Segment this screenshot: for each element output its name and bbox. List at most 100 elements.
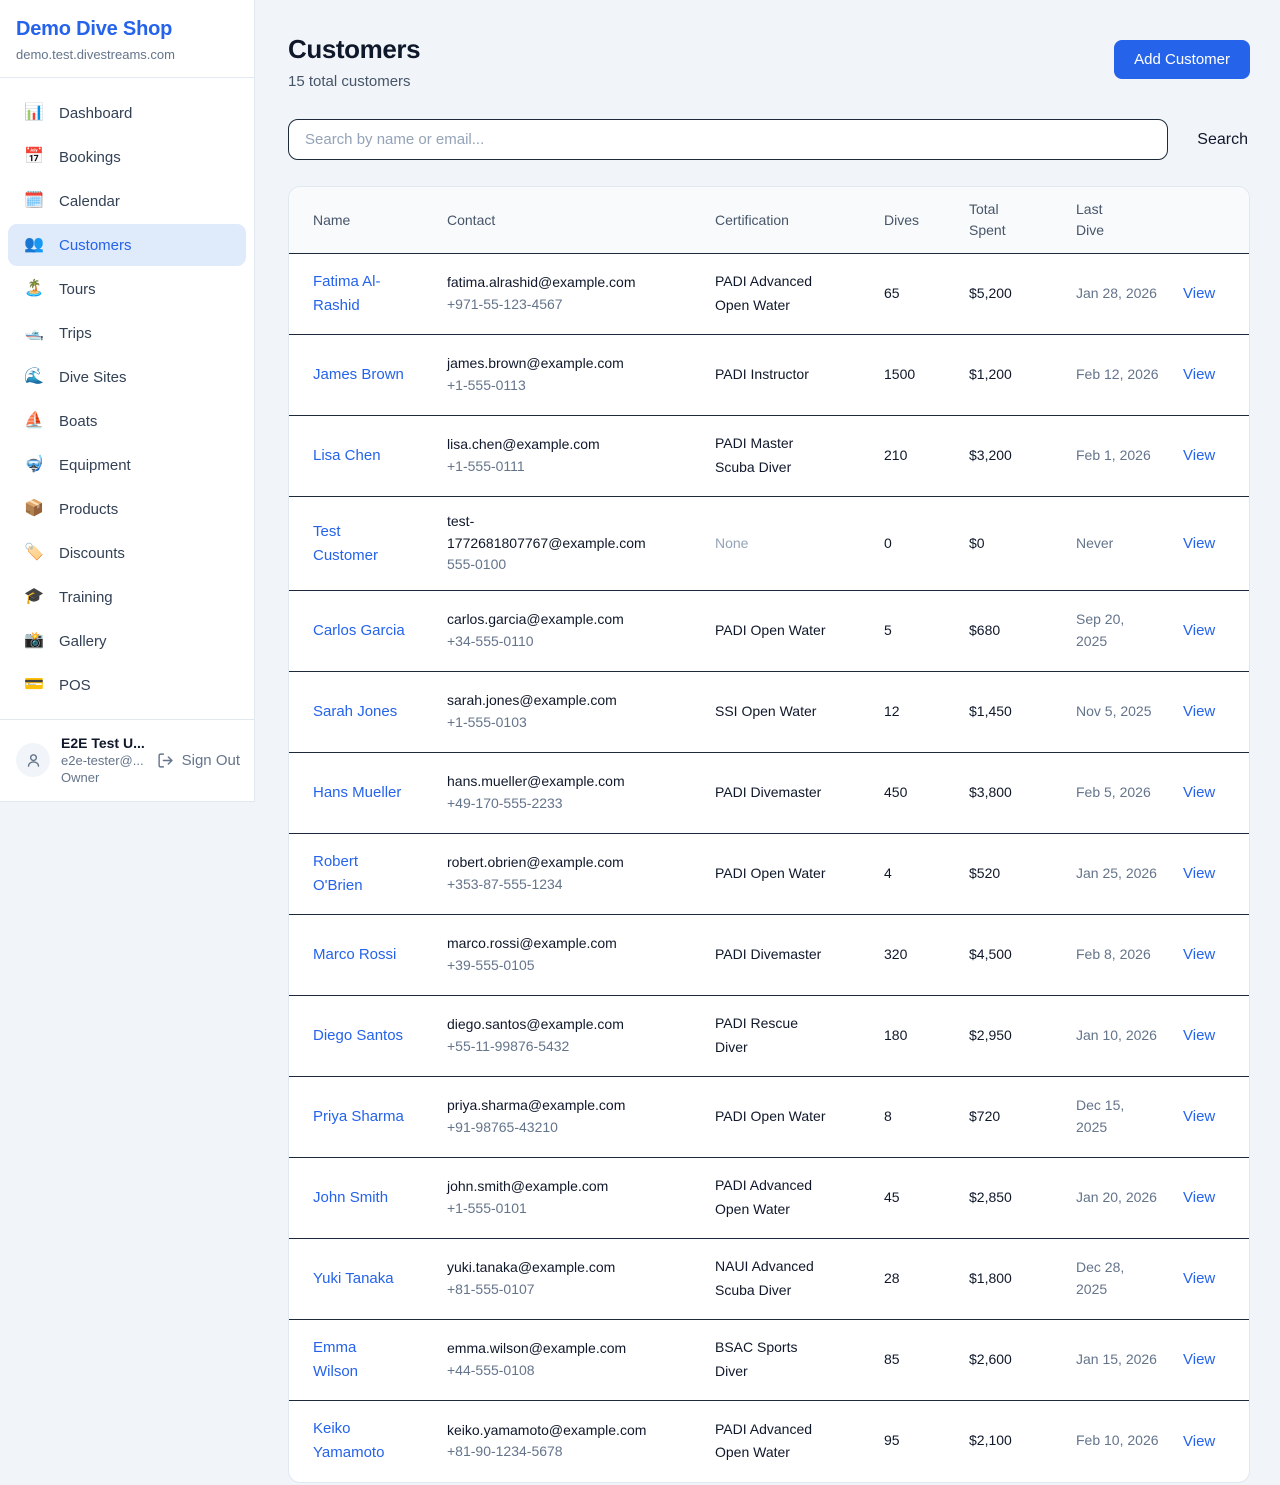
customer-total-spent: $1,450: [957, 672, 1064, 753]
customer-name-link[interactable]: Lisa Chen: [313, 444, 381, 468]
customer-phone: +1-555-0113: [447, 375, 691, 397]
sidebar-item-bookings[interactable]: 📅 Bookings: [8, 136, 246, 178]
view-customer-link[interactable]: View: [1183, 784, 1215, 801]
customer-name-link[interactable]: Marco Rossi: [313, 943, 396, 967]
table-row: Marco Rossi marco.rossi@example.com +39-…: [289, 915, 1249, 996]
credit-card-icon: 💳: [22, 677, 46, 693]
customer-total-spent: $5,200: [957, 254, 1064, 335]
view-customer-link[interactable]: View: [1183, 1108, 1215, 1125]
column-header-dives: Dives: [872, 187, 957, 254]
customer-name-link[interactable]: Carlos Garcia: [313, 619, 405, 643]
sidebar-item-equipment[interactable]: 🤿 Equipment: [8, 444, 246, 486]
customer-phone: +1-555-0111: [447, 456, 691, 478]
calendar-date-icon: 📅: [22, 149, 46, 165]
view-customer-link[interactable]: View: [1183, 1351, 1215, 1368]
table-row: Fatima Al-Rashid fatima.alrashid@example…: [289, 254, 1249, 335]
sidebar-item-gallery[interactable]: 📸 Gallery: [8, 620, 246, 662]
customer-name-link[interactable]: Priya Sharma: [313, 1105, 404, 1129]
search-input[interactable]: [288, 119, 1168, 160]
shop-name: Demo Dive Shop: [16, 18, 238, 41]
view-customer-link[interactable]: View: [1183, 366, 1215, 383]
customer-last-dive: Feb 5, 2026: [1064, 753, 1171, 834]
customer-name-link[interactable]: James Brown: [313, 363, 404, 387]
customer-dives: 450: [872, 753, 957, 834]
table-row: Test Customer test-1772681807767@example…: [289, 497, 1249, 591]
customer-email: yuki.tanaka@example.com: [447, 1257, 615, 1279]
customer-phone: +44-555-0108: [447, 1360, 691, 1382]
view-customer-link[interactable]: View: [1183, 285, 1215, 302]
customer-email: robert.obrien@example.com: [447, 852, 624, 874]
customers-table-card: Name Contact Certification Dives Total S…: [288, 186, 1250, 1483]
sidebar-item-products[interactable]: 📦 Products: [8, 488, 246, 530]
view-customer-link[interactable]: View: [1183, 703, 1215, 720]
view-customer-link[interactable]: View: [1183, 1433, 1215, 1450]
customer-dives: 28: [872, 1239, 957, 1320]
customer-name-link[interactable]: Test Customer: [313, 520, 405, 568]
customer-last-dive: Jan 25, 2026: [1064, 834, 1171, 915]
person-icon: [25, 752, 42, 769]
customer-name-link[interactable]: Robert O'Brien: [313, 850, 405, 898]
table-row: Carlos Garcia carlos.garcia@example.com …: [289, 591, 1249, 672]
customer-name-link[interactable]: Emma Wilson: [313, 1336, 405, 1384]
customer-last-dive: Dec 15, 2025: [1064, 1077, 1171, 1158]
customer-certification: PADI Master Scuba Diver: [715, 432, 833, 480]
column-header-certification: Certification: [703, 187, 872, 254]
customer-total-spent: $3,800: [957, 753, 1064, 834]
sidebar-item-pos[interactable]: 💳 POS: [8, 664, 246, 706]
table-row: Sarah Jones sarah.jones@example.com +1-5…: [289, 672, 1249, 753]
view-customer-link[interactable]: View: [1183, 1189, 1215, 1206]
view-customer-link[interactable]: View: [1183, 1027, 1215, 1044]
customer-name-link[interactable]: Yuki Tanaka: [313, 1267, 394, 1291]
table-row: James Brown james.brown@example.com +1-5…: [289, 335, 1249, 416]
search-button[interactable]: Search: [1195, 123, 1250, 157]
sidebar-item-training[interactable]: 🎓 Training: [8, 576, 246, 618]
motor-boat-icon: 🛥️: [22, 325, 46, 341]
table-row: Priya Sharma priya.sharma@example.com +9…: [289, 1077, 1249, 1158]
customer-dives: 210: [872, 416, 957, 497]
customer-total-spent: $2,950: [957, 996, 1064, 1077]
customer-email: hans.mueller@example.com: [447, 771, 625, 793]
customer-name-link[interactable]: Fatima Al-Rashid: [313, 270, 405, 318]
customer-last-dive: Jan 15, 2026: [1064, 1320, 1171, 1401]
customer-total-spent: $2,100: [957, 1401, 1064, 1482]
customer-email: diego.santos@example.com: [447, 1014, 624, 1036]
customer-name-link[interactable]: Sarah Jones: [313, 700, 397, 724]
customer-certification: None: [715, 532, 748, 556]
table-row: Robert O'Brien robert.obrien@example.com…: [289, 834, 1249, 915]
customer-phone: 555-0100: [447, 554, 691, 576]
customer-phone: +39-555-0105: [447, 955, 691, 977]
customer-count: 15 total customers: [288, 73, 420, 90]
sidebar-item-trips[interactable]: 🛥️ Trips: [8, 312, 246, 354]
sign-out-button[interactable]: Sign Out: [157, 752, 240, 769]
customer-last-dive: Nov 5, 2025: [1064, 672, 1171, 753]
view-customer-link[interactable]: View: [1183, 447, 1215, 464]
view-customer-link[interactable]: View: [1183, 622, 1215, 639]
customer-dives: 1500: [872, 335, 957, 416]
customer-name-link[interactable]: Diego Santos: [313, 1024, 403, 1048]
customer-name-link[interactable]: Hans Mueller: [313, 781, 401, 805]
view-customer-link[interactable]: View: [1183, 865, 1215, 882]
view-customer-link[interactable]: View: [1183, 535, 1215, 552]
customer-last-dive: Never: [1064, 497, 1171, 591]
customer-name-link[interactable]: Keiko Yamamoto: [313, 1417, 405, 1465]
customer-name-link[interactable]: John Smith: [313, 1186, 388, 1210]
sidebar-item-customers[interactable]: 👥 Customers: [8, 224, 246, 266]
sidebar-item-dashboard[interactable]: 📊 Dashboard: [8, 92, 246, 134]
user-role: Owner: [61, 769, 157, 787]
view-customer-link[interactable]: View: [1183, 1270, 1215, 1287]
customer-total-spent: $680: [957, 591, 1064, 672]
sidebar-item-boats[interactable]: ⛵ Boats: [8, 400, 246, 442]
add-customer-button[interactable]: Add Customer: [1114, 40, 1250, 79]
customer-last-dive: Jan 10, 2026: [1064, 996, 1171, 1077]
customer-dives: 65: [872, 254, 957, 335]
wave-icon: 🌊: [22, 369, 46, 385]
sidebar-item-dive-sites[interactable]: 🌊 Dive Sites: [8, 356, 246, 398]
sidebar-item-tours[interactable]: 🏝️ Tours: [8, 268, 246, 310]
view-customer-link[interactable]: View: [1183, 946, 1215, 963]
customer-phone: +1-555-0101: [447, 1198, 691, 1220]
sidebar-item-calendar[interactable]: 🗓️ Calendar: [8, 180, 246, 222]
customer-certification: PADI Open Water: [715, 862, 825, 886]
sidebar-item-discounts[interactable]: 🏷️ Discounts: [8, 532, 246, 574]
customer-total-spent: $4,500: [957, 915, 1064, 996]
column-header-actions: [1171, 187, 1249, 254]
